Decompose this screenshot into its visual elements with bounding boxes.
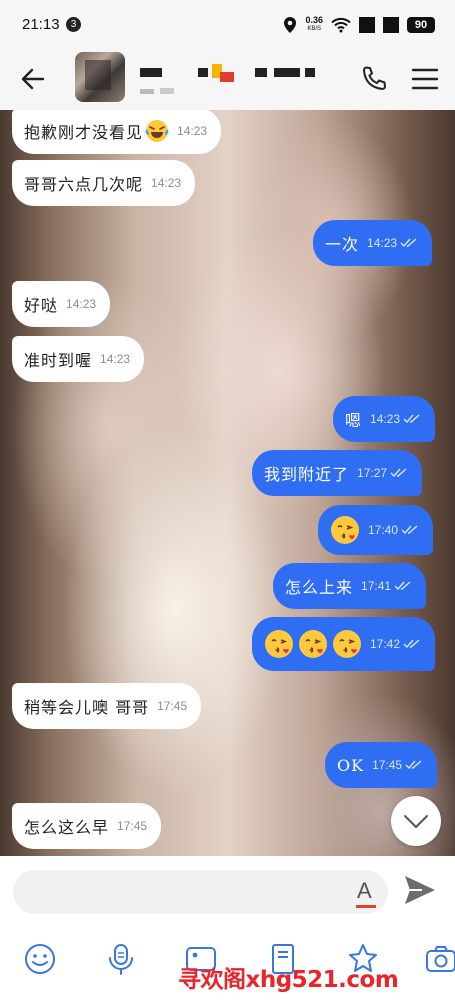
message-input[interactable] [29,880,339,904]
message-time: 14:23 [370,412,401,426]
message-text: 稍等会儿噢 哥哥 [24,698,150,717]
contact-name-redacted[interactable] [140,62,330,102]
network-speed-value: 0.36 [305,15,323,25]
message-text: 嗯 [345,411,363,430]
message-time: 17:45 [157,699,188,713]
text-format-label: A [357,878,372,903]
kiss-emoji-icon [299,630,327,658]
send-icon[interactable] [402,872,438,908]
microphone-icon[interactable] [104,942,138,976]
message-time: 17:27 [357,466,388,480]
chat-header [0,46,455,110]
message-time: 17:41 [361,579,392,593]
message-time: 14:23 [151,176,182,190]
double-check-icon [390,468,407,478]
hamburger-menu-icon[interactable] [411,66,439,92]
message-time: 17:40 [368,523,399,537]
scroll-to-bottom-button[interactable] [391,796,441,846]
network-speed: 0.36 KB/S [305,16,323,34]
message-time: 17:42 [370,637,401,651]
chat-history[interactable]: 抱歉刚才没看见 14:23 哥哥六点几次呢 14:23 一次 14:23 好哒 … [0,110,455,856]
message-time: 17:45 [372,758,403,772]
message-incoming[interactable]: 好哒 14:23 [12,281,111,327]
message-text: 一次 [325,235,360,254]
message-time: 14:23 [367,236,398,250]
message-time: 14:23 [66,297,97,311]
message-incoming[interactable]: 稍等会儿噢 哥哥 17:45 [12,683,202,729]
kiss-emoji-icon [333,630,361,658]
double-check-icon [401,525,418,535]
status-bar: 21:13 3 0.36 KB/S 90 [0,0,455,46]
message-outgoing[interactable]: 17:40 [318,505,434,555]
camera-icon[interactable] [424,942,455,976]
network-speed-unit: KB/S [307,26,322,32]
message-outgoing[interactable]: 怎么上来 17:41 [273,563,427,609]
message-incoming[interactable]: 哥哥六点几次呢 14:23 [12,160,196,206]
laughing-emoji-icon [145,120,169,142]
wifi-icon [331,17,351,33]
message-text: 好哒 [24,296,59,315]
status-icons: 0.36 KB/S 90 [283,14,435,36]
signal-icon-2 [383,17,399,33]
message-time: 14:23 [100,352,131,366]
kiss-emoji-icon [331,516,359,544]
message-outgoing[interactable]: 一次 14:23 [313,220,433,266]
double-check-icon [403,414,420,424]
kiss-emoji-icon [265,630,293,658]
message-text: OK [337,755,365,775]
battery-icon: 90 [407,17,435,33]
location-icon [284,17,297,33]
message-time: 17:45 [117,819,148,833]
emoji-group [264,629,362,659]
message-incoming[interactable]: 怎么这么早 17:45 [12,803,162,849]
message-text: 抱歉刚才没看见 [24,123,144,142]
message-text: 怎么上来 [285,578,354,597]
message-incoming[interactable]: 准时到喔 14:23 [12,336,145,382]
phone-icon[interactable] [359,64,389,94]
message-outgoing[interactable]: OK 17:45 [325,742,438,788]
signal-icon [359,17,375,33]
message-text: 怎么这么早 [24,818,110,837]
message-outgoing[interactable]: 17:42 [252,617,436,671]
double-check-icon [403,639,420,649]
contact-subtitle-redacted [140,86,176,99]
emoji-icon[interactable] [23,942,57,976]
message-outgoing[interactable]: 我到附近了 17:27 [252,450,423,496]
chevron-down-icon [404,815,428,828]
double-check-icon [394,581,411,591]
message-incoming[interactable]: 抱歉刚才没看见 14:23 [12,110,222,154]
text-format-button[interactable]: A [353,878,379,908]
message-time: 14:23 [177,124,208,138]
message-input-container[interactable]: A [13,870,388,914]
arrow-left-icon[interactable] [18,64,48,94]
watermark-text: 寻欢阁xhg521.com [178,967,399,993]
double-check-icon [400,238,417,248]
message-text: 准时到喔 [24,351,93,370]
double-check-icon [405,760,422,770]
text-format-underline [356,905,376,908]
message-outgoing[interactable]: 嗯 14:23 [333,396,436,442]
composer: A 寻欢阁xhg521.com [0,856,455,1000]
message-text: 我到附近了 [264,465,350,484]
notification-count-badge: 3 [66,17,81,32]
avatar[interactable] [75,52,125,102]
redacted-subtitle-icon [140,88,174,94]
status-time: 21:13 [22,16,60,33]
message-text: 哥哥六点几次呢 [24,175,144,194]
